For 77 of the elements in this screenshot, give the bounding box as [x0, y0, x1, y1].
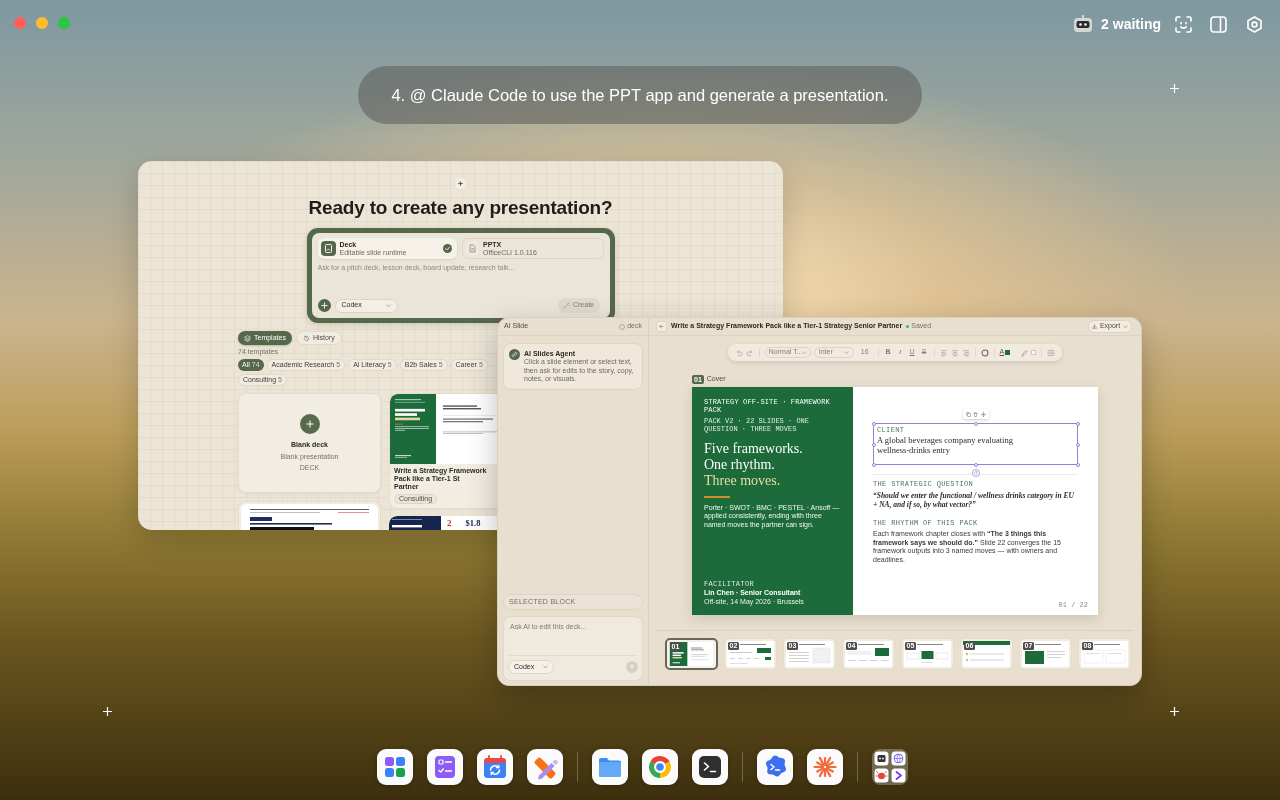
table-icon[interactable] [1047, 348, 1056, 357]
preview-figure: 2 [447, 518, 452, 528]
resize-handle[interactable] [871, 421, 876, 426]
preview-figure: $1.8 [465, 518, 481, 528]
download-icon [1091, 324, 1097, 329]
ring-icon [619, 323, 626, 330]
back-button[interactable] [656, 321, 667, 332]
headline-text: Five frameworks. [704, 441, 804, 457]
slide-thumbnail-drawing [904, 641, 951, 667]
resize-handle[interactable] [974, 462, 978, 467]
history-icon [302, 334, 310, 342]
link-icon [509, 349, 520, 360]
copy-icon[interactable] [966, 411, 972, 417]
starburst-icon[interactable] [807, 749, 843, 785]
slide-thumbnail-drawing [1081, 641, 1128, 667]
template-card[interactable]: 2 $1.8 [389, 516, 497, 530]
resize-handle[interactable] [871, 462, 876, 467]
arrow-up-icon [629, 664, 635, 670]
page-heading: Ready to create any presentation? [308, 197, 613, 219]
tricolor-ring-icon[interactable] [642, 749, 678, 785]
robot-icon [1073, 15, 1094, 33]
instruction-banner: 4. @ Claude Code to use the PPT app and generate a presentation. [358, 66, 922, 124]
calendar-sync-icon[interactable] [477, 749, 513, 785]
slide-thumbnail-drawing [669, 642, 714, 666]
slide-thumbnail-drawing [786, 641, 833, 667]
highlighter-icon[interactable] [1020, 348, 1029, 357]
align-center-icon[interactable] [950, 348, 959, 357]
plus-icon [320, 302, 328, 309]
app-grid-icon[interactable] [377, 749, 413, 785]
slide-thumbnail-drawing [1022, 641, 1069, 667]
slide-thumbnail-drawing [963, 641, 1010, 667]
slide-thumbnail-drawing [845, 641, 892, 667]
magic-wand-icon [563, 302, 570, 309]
client-text: A global beverages company evaluating wellness-drinks entry [877, 435, 1014, 455]
resize-handle[interactable] [974, 421, 978, 426]
sidebar-icon[interactable] [1210, 15, 1227, 33]
plus-icon [305, 420, 314, 428]
chevron-down-icon [1123, 324, 1129, 329]
resize-handle[interactable] [1075, 421, 1080, 426]
add-button[interactable] [317, 299, 331, 312]
redo-icon[interactable] [745, 348, 754, 357]
pencil-ruler-icon[interactable] [527, 749, 563, 785]
resize-handle[interactable] [1075, 462, 1080, 467]
checklist-icon[interactable] [427, 749, 463, 785]
app-folder-icon[interactable] [872, 749, 908, 785]
layers-icon [244, 334, 251, 342]
face-scan-icon[interactable] [1175, 15, 1192, 33]
dashboard-preview-drawing [389, 516, 441, 530]
chevron-down-icon [802, 350, 808, 355]
crosshair-icon [1170, 707, 1179, 716]
align-right-icon[interactable] [961, 348, 970, 357]
resize-handle[interactable] [871, 442, 876, 447]
chevron-down-icon [385, 303, 391, 308]
sparkle-icon [455, 178, 466, 189]
cloud-prompt-icon[interactable] [757, 749, 793, 785]
headline-text: One rhythm. [704, 457, 776, 473]
headline-text: Three moves. [704, 473, 782, 489]
folder-icon[interactable] [592, 749, 628, 785]
align-left-icon[interactable] [939, 348, 948, 357]
trash-icon[interactable] [973, 411, 979, 417]
move-icon[interactable] [980, 411, 986, 417]
terminal-icon[interactable] [692, 749, 728, 785]
rotate-handle-icon[interactable] [972, 469, 980, 477]
slides-icon [320, 241, 336, 256]
crosshair-icon [103, 707, 112, 716]
waiting-status: 2 waiting [1101, 15, 1161, 33]
undo-icon[interactable] [734, 348, 743, 357]
document-icon [466, 242, 479, 255]
ring-icon[interactable] [980, 348, 989, 357]
chevron-down-icon [843, 350, 849, 355]
slide-thumbnail-drawing [727, 641, 774, 667]
crosshair-icon [1170, 84, 1179, 93]
check-icon [443, 244, 452, 253]
resize-handle[interactable] [1075, 442, 1080, 447]
arrow-left-icon [659, 324, 664, 329]
settings-icon[interactable] [1246, 15, 1263, 33]
chevron-down-icon [543, 665, 548, 669]
